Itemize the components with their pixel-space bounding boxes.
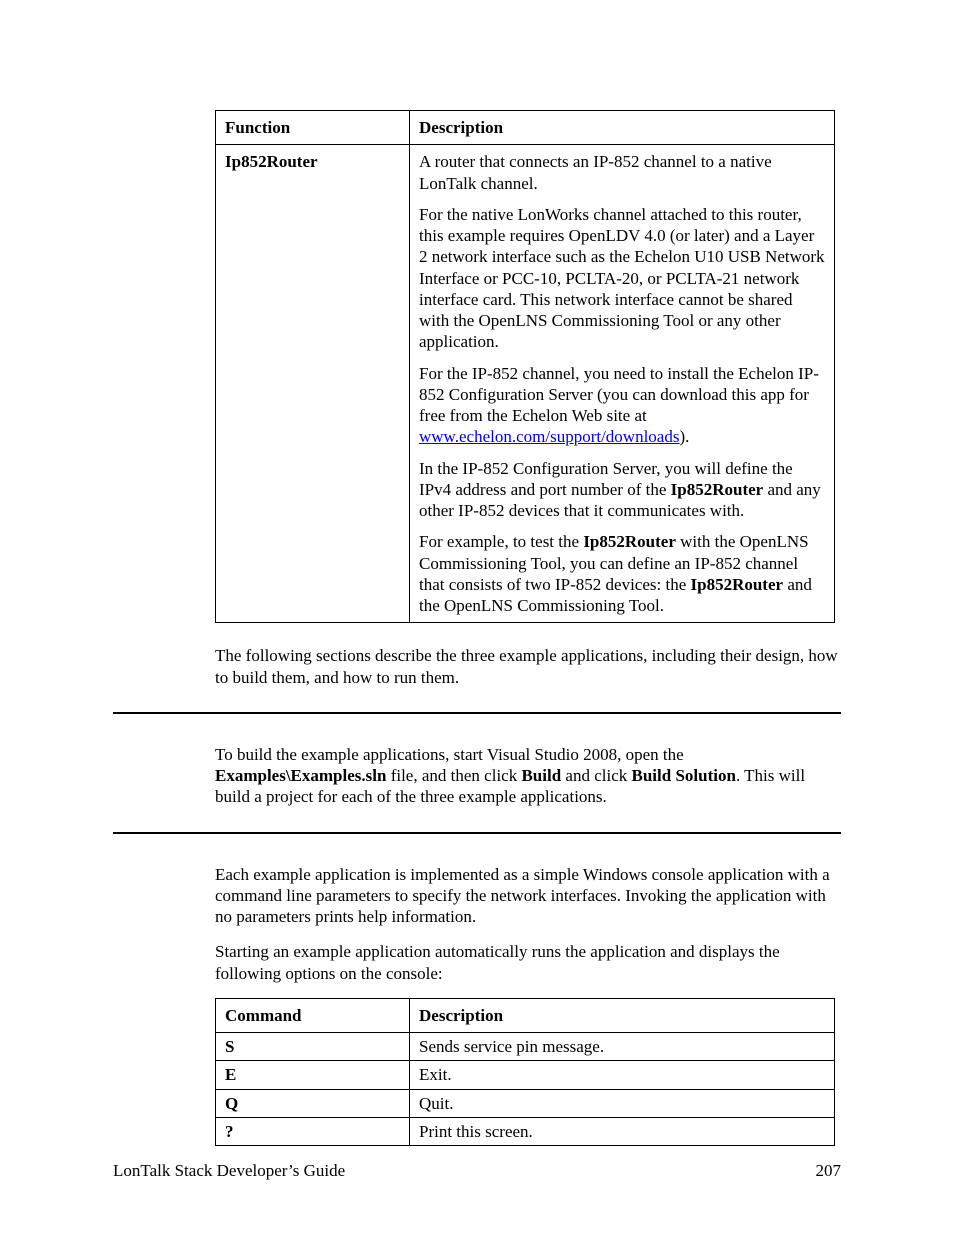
desc-p5: For example, to test the Ip852Router wit… [419, 531, 825, 616]
table-header-description: Description [410, 111, 835, 145]
table-row: E Exit. [216, 1061, 835, 1089]
page-number: 207 [816, 1160, 842, 1181]
desc-p2: For the native LonWorks channel attached… [419, 204, 825, 353]
run-p2: Starting an example application automati… [215, 941, 841, 984]
section-divider [113, 832, 841, 834]
command-table: Command Description S Sends service pin … [215, 998, 835, 1146]
desc-p3: For the IP-852 channel, you need to inst… [419, 363, 825, 448]
command-desc: Quit. [410, 1089, 835, 1117]
command-desc: Exit. [410, 1061, 835, 1089]
desc-p1: A router that connects an IP-852 channel… [419, 151, 825, 194]
command-key: E [216, 1061, 410, 1089]
desc-p4: In the IP-852 Configuration Server, you … [419, 458, 825, 522]
page-footer: LonTalk Stack Developer’s Guide 207 [113, 1160, 841, 1181]
section-divider [113, 712, 841, 714]
table-row: Q Quit. [216, 1089, 835, 1117]
echelon-downloads-link[interactable]: www.echelon.com/support/downloads [419, 427, 679, 446]
command-desc: Print this screen. [410, 1117, 835, 1145]
table-row: S Sends service pin message. [216, 1033, 835, 1061]
footer-title: LonTalk Stack Developer’s Guide [113, 1161, 345, 1180]
function-table: Function Description Ip852Router A route… [215, 110, 835, 623]
build-instructions: To build the example applications, start… [215, 744, 841, 808]
function-description: A router that connects an IP-852 channel… [410, 145, 835, 623]
table-header-function: Function [216, 111, 410, 145]
table-header-description: Description [410, 998, 835, 1032]
command-key: ? [216, 1117, 410, 1145]
table-row: Ip852Router A router that connects an IP… [216, 145, 835, 623]
table-row: ? Print this screen. [216, 1117, 835, 1145]
table-header-command: Command [216, 998, 410, 1032]
function-name: Ip852Router [216, 145, 410, 623]
command-key: S [216, 1033, 410, 1061]
sections-intro: The following sections describe the thre… [215, 645, 841, 688]
command-key: Q [216, 1089, 410, 1117]
run-p1: Each example application is implemented … [215, 864, 841, 928]
command-desc: Sends service pin message. [410, 1033, 835, 1061]
